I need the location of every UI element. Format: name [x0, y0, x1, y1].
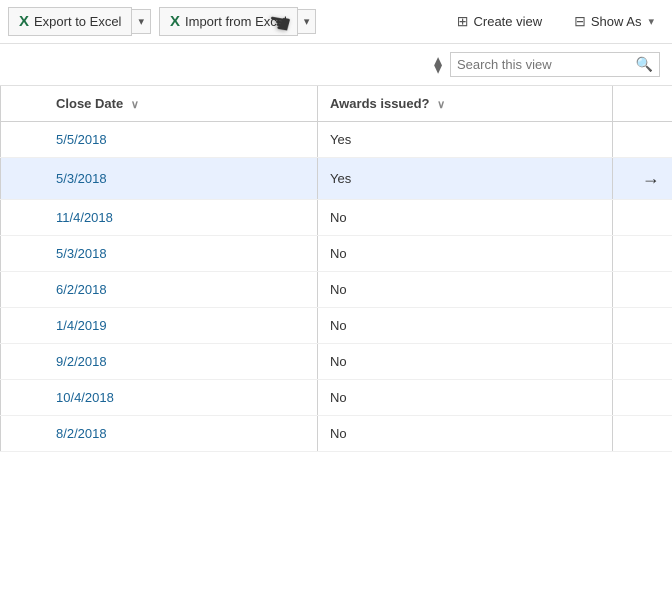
- cell-row-action[interactable]: →: [612, 158, 672, 200]
- awards-issued-sort-icon: ∨: [437, 99, 445, 111]
- col-header-close-date[interactable]: Close Date ∨: [1, 86, 318, 122]
- col-close-date-label: Close Date: [56, 96, 123, 111]
- table-row[interactable]: 10/4/2018No: [1, 380, 672, 416]
- cell-row-action: [612, 272, 672, 308]
- cell-row-action: [612, 308, 672, 344]
- cell-row-action: [612, 380, 672, 416]
- table-row[interactable]: 8/2/2018No: [1, 416, 672, 452]
- table-row[interactable]: 6/2/2018No: [1, 272, 672, 308]
- filter-icon[interactable]: ⧫: [434, 55, 442, 75]
- cell-close-date: 8/2/2018: [1, 416, 318, 452]
- data-table: Close Date ∨ Awards issued? ∨ 5/5/2018Ye…: [0, 86, 672, 452]
- show-as-dropdown-icon: ▾: [648, 15, 654, 28]
- cell-awards-issued: No: [318, 344, 612, 380]
- table-row[interactable]: 9/2/2018No: [1, 344, 672, 380]
- cell-awards-issued: No: [318, 236, 612, 272]
- cell-close-date: 5/5/2018: [1, 122, 318, 158]
- show-as-label: Show As: [591, 14, 642, 29]
- table-row[interactable]: 5/3/2018Yes →: [1, 158, 672, 200]
- cell-close-date: 5/3/2018: [1, 236, 318, 272]
- export-excel-button[interactable]: X Export to Excel: [8, 7, 132, 36]
- cell-row-action: [612, 344, 672, 380]
- col-header-extra: [612, 86, 672, 122]
- export-dropdown-arrow-icon: ▾: [138, 15, 144, 28]
- col-resize-handle-close-date[interactable]: [313, 86, 317, 121]
- table-header-row: Close Date ∨ Awards issued? ∨: [1, 86, 672, 122]
- col-awards-issued-label: Awards issued?: [330, 96, 429, 111]
- search-magnifier-icon[interactable]: 🔍: [636, 56, 653, 73]
- import-dropdown-arrow-icon: ▾: [304, 15, 310, 28]
- toolbar-right-actions: ⊞ Create view ⊟ Show As ▾: [447, 8, 664, 35]
- search-input-wrapper: 🔍: [450, 52, 660, 77]
- cell-close-date: 6/2/2018: [1, 272, 318, 308]
- import-excel-button[interactable]: X Import from Excel: [159, 7, 298, 36]
- cell-close-date: 10/4/2018: [1, 380, 318, 416]
- cell-awards-issued: No: [318, 380, 612, 416]
- cell-row-action: [612, 236, 672, 272]
- import-excel-dropdown[interactable]: ▾: [298, 9, 317, 34]
- table-header: Close Date ∨ Awards issued? ∨: [1, 86, 672, 122]
- table-row[interactable]: 5/5/2018Yes: [1, 122, 672, 158]
- data-table-container: Close Date ∨ Awards issued? ∨ 5/5/2018Ye…: [0, 86, 672, 452]
- cell-awards-issued: No: [318, 272, 612, 308]
- table-row[interactable]: 1/4/2019No: [1, 308, 672, 344]
- show-as-button[interactable]: ⊟ Show As ▾: [564, 8, 664, 35]
- create-view-label: Create view: [474, 14, 543, 29]
- create-view-icon: ⊞: [457, 13, 469, 30]
- import-label: Import from Excel: [185, 14, 287, 29]
- toolbar: X Export to Excel ▾ X Import from Excel …: [0, 0, 672, 44]
- table-row[interactable]: 5/3/2018No: [1, 236, 672, 272]
- col-resize-handle-awards-issued[interactable]: [608, 86, 612, 121]
- row-navigate-arrow-icon[interactable]: →: [642, 168, 660, 188]
- table-body: 5/5/2018Yes5/3/2018Yes→11/4/2018No5/3/20…: [1, 122, 672, 452]
- show-as-icon: ⊟: [574, 13, 586, 30]
- cell-awards-issued: Yes: [318, 158, 612, 200]
- cell-close-date: 9/2/2018: [1, 344, 318, 380]
- create-view-button[interactable]: ⊞ Create view: [447, 8, 552, 35]
- cell-close-date: 1/4/2019: [1, 308, 318, 344]
- cell-close-date: 11/4/2018: [1, 200, 318, 236]
- table-row[interactable]: 11/4/2018No: [1, 200, 672, 236]
- cell-awards-issued: Yes: [318, 122, 612, 158]
- cell-close-date: 5/3/2018: [1, 158, 318, 200]
- search-bar: ⧫ 🔍: [0, 44, 672, 86]
- export-excel-dropdown[interactable]: ▾: [132, 9, 151, 34]
- col-header-awards-issued[interactable]: Awards issued? ∨: [318, 86, 612, 122]
- cell-awards-issued: No: [318, 200, 612, 236]
- cell-row-action: [612, 122, 672, 158]
- cell-awards-issued: No: [318, 416, 612, 452]
- close-date-sort-icon: ∨: [131, 99, 139, 111]
- excel-export-icon: X: [19, 13, 29, 30]
- cell-awards-issued: No: [318, 308, 612, 344]
- cell-row-action: [612, 416, 672, 452]
- export-label: Export to Excel: [34, 14, 121, 29]
- excel-import-icon: X: [170, 13, 180, 30]
- search-input[interactable]: [457, 57, 636, 72]
- cell-row-action: [612, 200, 672, 236]
